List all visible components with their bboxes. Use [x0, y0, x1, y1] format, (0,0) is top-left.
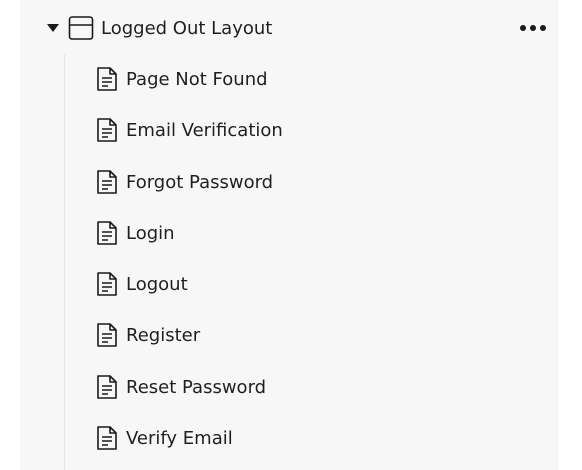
more-options-button[interactable]	[516, 16, 550, 40]
more-horizontal-icon	[520, 25, 526, 31]
page-tree: Logged Out Layout Page Not Found Email Ve…	[20, 0, 558, 470]
tree-item[interactable]: Login	[20, 208, 558, 259]
document-icon	[97, 169, 117, 194]
document-icon	[97, 67, 117, 91]
tree-item[interactable]: Verify Email	[20, 413, 558, 464]
tree-item[interactable]: Register	[20, 310, 558, 361]
document-icon	[97, 272, 117, 296]
tree-item-label: Forgot Password	[126, 171, 274, 193]
more-dot	[540, 25, 546, 31]
tree-item-label: Logout	[126, 274, 188, 296]
layout-icon	[68, 16, 94, 40]
document-icon	[97, 118, 117, 143]
document-icon	[97, 374, 117, 399]
tree-item-label: Reset Password	[126, 376, 267, 398]
document-icon	[97, 221, 117, 245]
document-icon	[97, 426, 117, 450]
tree-item-label: Verify Email	[126, 428, 233, 450]
tree-item-label: Email Verification	[126, 120, 283, 142]
caret-down-icon[interactable]	[47, 24, 59, 32]
more-dot	[530, 25, 536, 31]
layout-group-label: Logged Out Layout	[101, 18, 273, 39]
tree-item-label: Login	[126, 222, 175, 244]
tree-item[interactable]: Page Not Found	[20, 54, 558, 105]
tree-item[interactable]: Reset Password	[20, 362, 558, 413]
tree-item[interactable]: Logout	[20, 259, 558, 310]
document-icon	[97, 323, 117, 348]
tree-item-label: Page Not Found	[126, 69, 268, 90]
tree-item-label: Register	[126, 325, 201, 347]
layout-group-row[interactable]: Logged Out Layout	[20, 4, 558, 54]
tree-item[interactable]: Email Verification	[20, 105, 558, 156]
page-list: Page Not Found Email Verification Forgot P…	[20, 54, 558, 464]
tree-item[interactable]: Forgot Password	[20, 157, 558, 208]
